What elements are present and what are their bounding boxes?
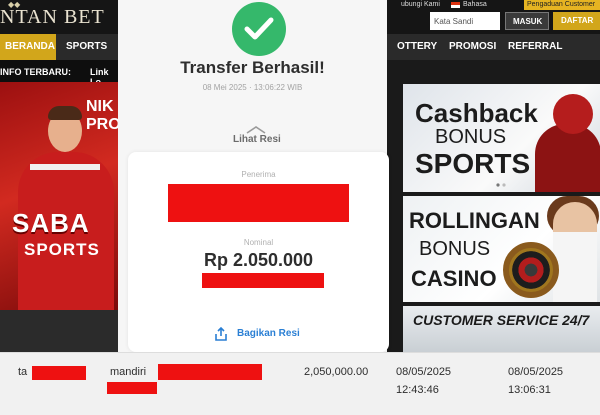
share-icon[interactable] bbox=[213, 326, 229, 342]
info-label: INFO TERBARU: bbox=[0, 67, 71, 77]
cashback-banner[interactable]: Cashback BONUS SPORTS bbox=[403, 84, 600, 192]
cashback-subtitle: BONUS bbox=[435, 126, 507, 148]
success-check-icon bbox=[232, 2, 286, 56]
nav-item-lottery[interactable]: OTTERY bbox=[397, 41, 437, 52]
nav-item-promosi[interactable]: PROMOSI bbox=[449, 41, 496, 52]
requested-time-cell: 08/05/2025 12:43:46 bbox=[396, 363, 451, 399]
hubungi-kami-link[interactable]: ubungi Kami bbox=[401, 1, 440, 8]
rollingan-casino: CASINO bbox=[411, 266, 497, 291]
nav-item-beranda[interactable]: BERANDA bbox=[0, 34, 56, 60]
customer-service-banner[interactable]: CUSTOMER SERVICE 24/7 bbox=[403, 306, 600, 352]
roulette-wheel-icon bbox=[503, 242, 559, 298]
processed-date: 08/05/2025 bbox=[508, 366, 564, 378]
jersey-stripe bbox=[30, 164, 100, 170]
redacted-username bbox=[32, 366, 86, 380]
lihat-resi-toggle[interactable]: Lihat Resi bbox=[233, 134, 281, 145]
promo-headline-line2: PRO bbox=[86, 116, 118, 133]
carousel-dots-icon[interactable] bbox=[496, 183, 510, 187]
login-button[interactable]: MASUK bbox=[505, 12, 549, 30]
promo-headline: NIK PRO bbox=[86, 98, 118, 134]
saba-sports-text: SPORTS bbox=[24, 240, 100, 259]
cashback-sports: SPORTS bbox=[415, 148, 531, 179]
pengaduan-customer-button[interactable]: Pengaduan Customer bbox=[524, 0, 600, 10]
customer-service-text: CUSTOMER SERVICE 24/7 bbox=[413, 312, 590, 328]
language-selector[interactable]: Bahasa bbox=[463, 1, 487, 8]
left-panel-footer bbox=[0, 310, 118, 352]
rollingan-banner[interactable]: ROLLINGAN BONUS CASINO bbox=[403, 196, 600, 302]
requested-date: 08/05/2025 bbox=[396, 366, 452, 378]
password-input[interactable]: Kata Sandi bbox=[430, 12, 500, 30]
requested-time: 12:43:46 bbox=[396, 384, 439, 396]
player-hair bbox=[48, 106, 82, 120]
cashback-title: Cashback bbox=[415, 98, 538, 128]
nominal-label: Nominal bbox=[243, 238, 274, 247]
rollingan-title: ROLLINGAN bbox=[409, 208, 540, 233]
site-logo[interactable]: NTAN BET bbox=[0, 6, 105, 29]
processed-time-cell: 08/05/2025 13:06:31 bbox=[508, 363, 563, 399]
chevron-up-icon[interactable] bbox=[246, 126, 266, 134]
redacted-account bbox=[158, 364, 262, 380]
indonesia-flag-icon bbox=[451, 2, 460, 8]
nav-item-sports[interactable]: SPORTS bbox=[66, 41, 107, 52]
register-button[interactable]: DAFTAR bbox=[553, 12, 600, 30]
rollingan-subtitle: BONUS bbox=[419, 238, 491, 260]
username-cell: ta bbox=[18, 366, 28, 378]
receipt-datetime: 08 Mei 2025 · 13:06:22 WIB bbox=[202, 83, 303, 92]
saba-logo-text: SABA bbox=[12, 208, 90, 238]
football-player-image bbox=[535, 124, 600, 192]
saba-sports-banner[interactable]: NIK PRO SABA SPORTS bbox=[0, 82, 118, 310]
info-bar: INFO TERBARU: Link Lo bbox=[0, 60, 118, 87]
redacted-recipient bbox=[168, 184, 349, 222]
helmet-image bbox=[553, 94, 593, 134]
transfer-amount: Rp 2.050.000 bbox=[203, 250, 314, 270]
model-image bbox=[553, 202, 597, 302]
bank-cell: mandiri bbox=[110, 366, 147, 378]
share-receipt-button[interactable]: Bagikan Resi bbox=[237, 328, 300, 339]
redacted-account-name bbox=[107, 382, 157, 394]
redacted-detail bbox=[202, 273, 324, 288]
recipient-label: Penerima bbox=[241, 170, 276, 179]
processed-time: 13:06:31 bbox=[508, 384, 551, 396]
receipt-title: Transfer Berhasil! bbox=[180, 58, 325, 77]
amount-cell: 2,050,000.00 bbox=[304, 366, 369, 378]
promo-headline-line1: NIK bbox=[86, 98, 114, 115]
nav-item-referral[interactable]: REFERRAL bbox=[508, 41, 562, 52]
